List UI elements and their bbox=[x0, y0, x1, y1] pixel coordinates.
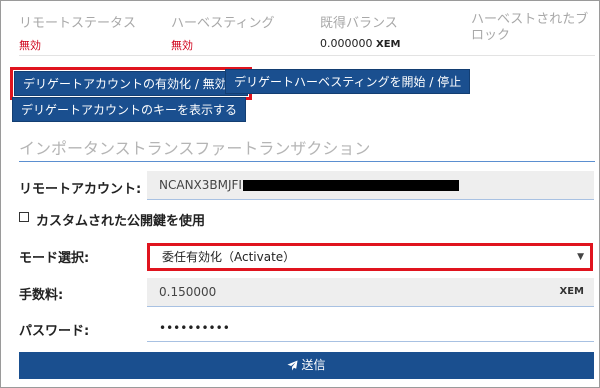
fee-unit: XEM bbox=[559, 286, 585, 297]
vested-balance-label: 既得バランス bbox=[320, 16, 398, 31]
custom-public-key-label: カスタムされた公開鍵を使用 bbox=[36, 214, 206, 229]
status-divider bbox=[19, 55, 595, 56]
remote-account-value: NCANX3BMJFI bbox=[159, 178, 242, 192]
remote-status-label: リモートステータス bbox=[19, 16, 137, 31]
remote-account-field[interactable]: NCANX3BMJFI bbox=[147, 171, 594, 199]
vested-balance-value: 0.000000 XEM bbox=[320, 37, 401, 50]
send-button[interactable]: 送信 bbox=[19, 352, 594, 379]
paper-plane-icon bbox=[287, 360, 299, 371]
remote-account-underline bbox=[147, 199, 594, 200]
delegated-harvesting-button[interactable]: デリゲートハーベスティングを開始 / 停止 bbox=[225, 69, 471, 94]
remote-account-label: リモートアカウント: bbox=[19, 182, 142, 197]
mode-label: モード選択: bbox=[19, 251, 90, 266]
importance-transfer-title: インポータンストランスファートランザクション bbox=[19, 139, 371, 158]
fee-label: 手数料: bbox=[19, 288, 64, 303]
show-delegated-key-button[interactable]: デリゲートアカウントのキーを表示する bbox=[12, 97, 247, 122]
send-label: 送信 bbox=[301, 358, 326, 372]
custom-public-key-checkbox[interactable] bbox=[19, 212, 29, 222]
fee-value: 0.150000 bbox=[159, 285, 217, 299]
password-label: パスワード: bbox=[19, 324, 90, 339]
mode-select[interactable]: 委任有効化（Activate） ▼ bbox=[147, 243, 593, 271]
password-input[interactable]: •••••••••• bbox=[147, 314, 594, 342]
section-title-underline bbox=[19, 161, 595, 162]
fee-field: 0.150000 XEM bbox=[147, 278, 594, 306]
harvesting-value: 無効 bbox=[171, 39, 193, 52]
harvested-blocks-label: ハーベストされたブロック bbox=[471, 12, 589, 43]
toggle-delegated-account-button[interactable]: デリゲートアカウントの有効化 / 無効化 bbox=[14, 71, 248, 96]
remote-status-value: 無効 bbox=[19, 39, 41, 52]
vested-balance-amount: 0.000000 bbox=[320, 37, 373, 50]
mode-selected-value: 委任有効化（Activate） bbox=[162, 250, 296, 264]
chevron-down-icon: ▼ bbox=[577, 252, 584, 262]
vested-balance-unit: XEM bbox=[376, 39, 401, 50]
redaction-bar bbox=[242, 180, 459, 191]
fee-underline bbox=[147, 306, 594, 307]
harvesting-label: ハーベスティング bbox=[171, 16, 275, 31]
toggle-delegated-highlight: デリゲートアカウントの有効化 / 無効化 bbox=[10, 67, 252, 100]
